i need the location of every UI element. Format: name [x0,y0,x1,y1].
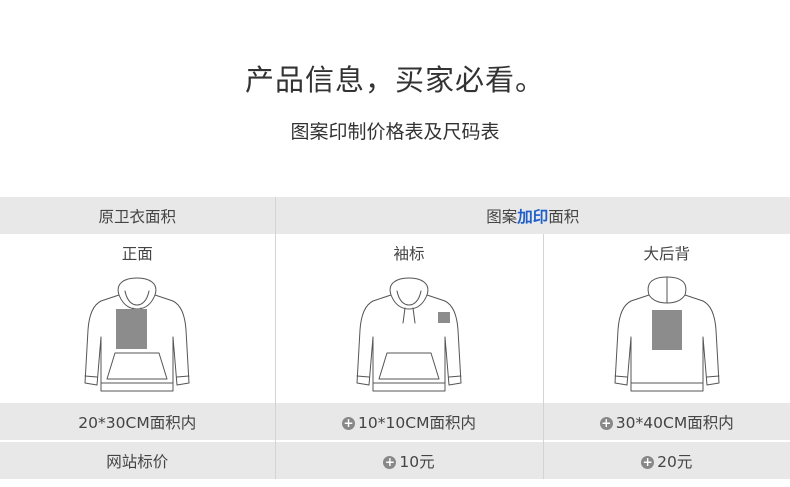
hoodie-back-illustration [614,276,720,392]
plus-circle-icon: + [342,415,356,430]
print-area-suffix: 面积 [548,207,580,226]
plus-circle-icon: + [383,454,397,469]
print-price-table: 原卫衣面积 图案加印面积 正面 袖标 大后背 20*30CM面积内 + 10*1… [0,197,790,479]
price-sleeve: 10元 [399,452,435,471]
price-info-page: 产品信息，买家必看。 图案印制价格表及尺码表 原卫衣面积 图案加印面积 正面 袖… [0,0,790,487]
area-front: 20*30CM面积内 [0,403,275,440]
area-back-cell: +30*40CM面积内 [542,403,790,440]
position-back: 大后背 [542,234,790,271]
position-sleeve: 袖标 [274,234,543,271]
original-area-header: 原卫衣面积 [0,197,275,234]
position-front: 正面 [0,234,275,271]
price-row: 网站标价 +10元 +20元 [0,442,790,479]
front-print-area [116,309,148,349]
page-title: 产品信息，买家必看。 [244,63,545,97]
price-back-cell: +20元 [542,442,790,479]
back-print-area [651,310,682,350]
hoodie-sleeve-illustration [356,277,462,392]
back-illustration-cell [542,271,790,403]
plus-circle-icon: + [641,454,655,469]
print-area-accent: 加印 [517,207,549,226]
area-sleeve: 10*10CM面积内 [358,413,476,432]
price-sleeve-cell: +10元 [274,442,543,479]
area-row: 20*30CM面积内 +10*10CM面积内 +30*40CM面积内 [0,403,790,440]
area-sleeve-cell: +10*10CM面积内 [274,403,543,440]
position-row: 正面 袖标 大后背 [0,234,790,271]
front-illustration-cell [0,271,275,403]
print-area-header: 图案加印面积 [274,197,790,234]
area-back: 30*40CM面积内 [615,413,734,432]
illustration-row [0,271,790,403]
plus-circle-icon: + [599,415,613,430]
print-area-prefix: 图案 [486,207,518,226]
header-row: 原卫衣面积 图案加印面积 [0,197,790,234]
page-subtitle: 图案印制价格表及尺码表 [290,121,500,143]
price-back: 20元 [657,452,693,471]
sleeve-illustration-cell [274,271,543,403]
hoodie-front-illustration [84,277,190,392]
price-label: 网站标价 [0,442,275,479]
sleeve-print-area [438,312,450,323]
